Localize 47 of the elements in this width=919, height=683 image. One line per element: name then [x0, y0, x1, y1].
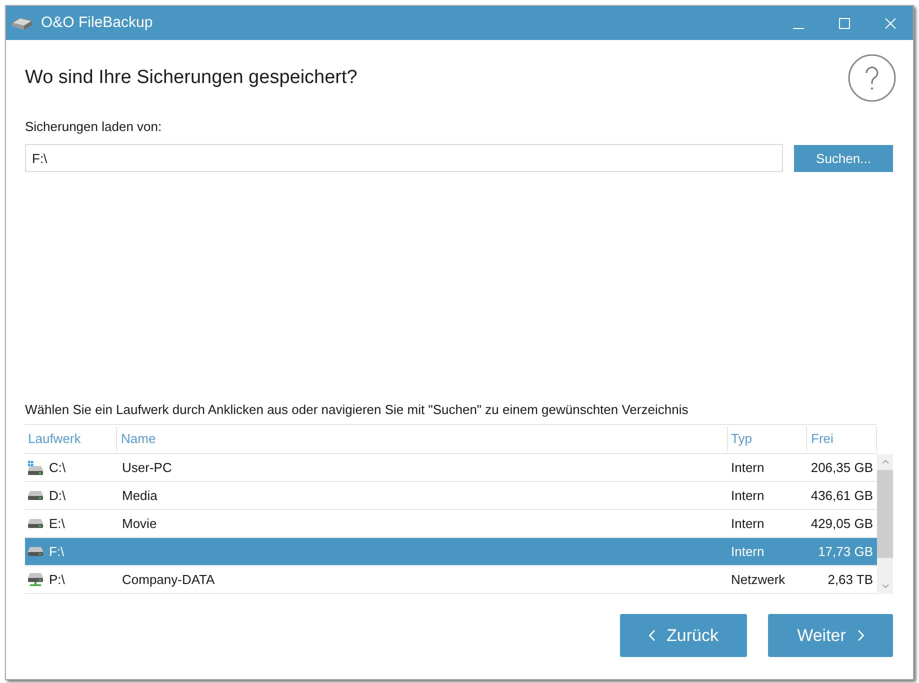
scrollbar-track[interactable] [877, 454, 893, 594]
close-icon [884, 18, 896, 28]
free-space: 17,73 GB [818, 542, 873, 561]
drive-letter: F:\ [49, 542, 64, 561]
column-header[interactable]: Frei [806, 427, 877, 451]
chevron-right-icon [858, 630, 864, 641]
instruction-text: Wählen Sie ein Laufwerk durch Anklicken aus oder navigieren Sie mit "Suchen" zu einem gewünschten Verzeichnis [25, 401, 690, 418]
drive-type: Intern [731, 486, 764, 505]
next-button[interactable]: Weiter [768, 614, 893, 657]
drive-name: Movie [122, 514, 157, 533]
drive-letter: P:\ [49, 570, 65, 589]
free-space: 206,35 GB [810, 458, 873, 477]
column-header[interactable]: Name [116, 427, 727, 451]
maximize-icon [838, 18, 850, 28]
system-drive-icon [28, 460, 43, 474]
drive-letter: D:\ [49, 486, 66, 505]
scrollbar-thumb[interactable] [877, 470, 893, 558]
drive-name: Company-DATA [122, 570, 215, 589]
drive-type: Intern [731, 514, 764, 533]
path-input-field[interactable]: F:\ [25, 144, 783, 172]
drive-name: User-PC [122, 458, 172, 477]
drive-type: Intern [731, 542, 764, 561]
network-drive-icon [28, 573, 43, 586]
drive-icon [28, 547, 43, 556]
back-button[interactable]: Zurück [620, 614, 747, 657]
source-label: Sicherungen laden von: [25, 118, 163, 135]
scroll-up-icon[interactable] [882, 460, 888, 464]
page-heading: Wo sind Ihre Sicherungen gespeichert? [25, 66, 358, 90]
drive-icon [28, 491, 43, 500]
drive-row[interactable]: F:\ Intern 17,73 GB [25, 538, 877, 566]
drive-type: Netzwerk [731, 570, 786, 589]
drive-letter: C:\ [49, 458, 66, 477]
chevron-left-icon [648, 630, 655, 641]
free-space: 2,63 TB [828, 570, 873, 589]
free-space: 429,05 GB [810, 514, 873, 533]
column-header[interactable]: Typ [727, 427, 806, 451]
help-icon[interactable] [848, 54, 896, 102]
hard-disk-icon [11, 15, 33, 31]
drive-icon [28, 519, 43, 528]
column-header[interactable]: Laufwerk [25, 427, 116, 451]
scroll-down-icon[interactable] [882, 584, 888, 588]
window-title: O&O FileBackup [41, 12, 153, 33]
drive-letter: E:\ [49, 514, 65, 533]
free-space: 436,61 GB [810, 486, 873, 505]
drive-type: Intern [731, 458, 764, 477]
search-button[interactable]: Suchen... [794, 145, 893, 172]
drive-name: Media [122, 486, 158, 505]
